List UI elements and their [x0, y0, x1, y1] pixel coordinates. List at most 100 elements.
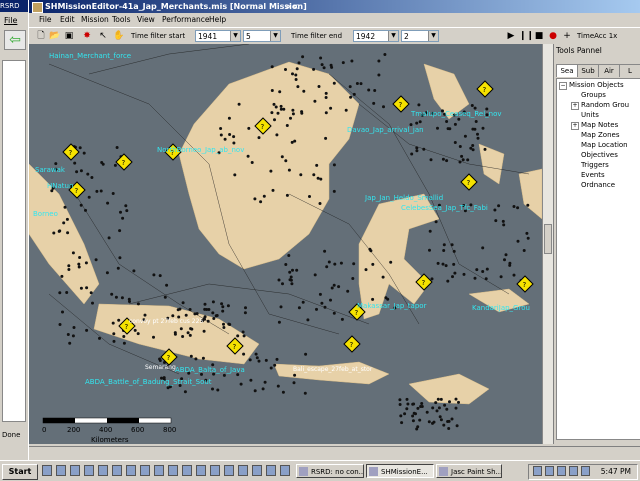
quicklaunch-icon[interactable]: [280, 465, 290, 476]
tree-item-triggers[interactable]: Triggers: [581, 160, 609, 170]
clock[interactable]: 5:47 PM: [601, 465, 631, 479]
play-icon[interactable]: ▶: [505, 30, 517, 42]
quicklaunch-icon[interactable]: [182, 465, 192, 476]
tray-icon[interactable]: [545, 466, 554, 476]
map-label[interactable]: Hainan_Merchant_force: [49, 52, 131, 60]
map-label[interactable]: ABDA_Balta_of_Java: [175, 366, 245, 374]
quicklaunch-icon[interactable]: [168, 465, 178, 476]
back-arrow-icon[interactable]: ⇦: [4, 30, 26, 50]
collapse-icon[interactable]: −: [559, 82, 567, 90]
background-app-title[interactable]: RSRD: [0, 0, 28, 12]
pause-icon[interactable]: ❙❙: [519, 30, 534, 42]
tree-item-events[interactable]: Events: [581, 170, 605, 180]
map-label[interactable]: CelebesSea_Jap_Tfc_Fabi: [401, 204, 488, 212]
tab-sea[interactable]: Sea: [556, 64, 578, 77]
taskbar-item-rsrd[interactable]: RSRD: no con...: [296, 464, 364, 478]
tab-air[interactable]: Air: [598, 64, 620, 77]
zoom-in-icon[interactable]: +: [561, 30, 573, 42]
quicklaunch-icon[interactable]: [266, 465, 276, 476]
hand-pan-icon[interactable]: ✋: [113, 30, 125, 42]
start-button[interactable]: Start: [2, 464, 38, 480]
map-label[interactable]: ABDA_Battle_of_Badung_Strait_Sout: [85, 378, 212, 386]
unit-dot: [71, 251, 75, 255]
tree-root[interactable]: Mission Objects: [569, 80, 624, 90]
tab-sub[interactable]: Sub: [577, 64, 599, 77]
menu-tools[interactable]: Tools: [112, 13, 130, 26]
open-folder-icon[interactable]: 📂: [49, 30, 61, 42]
map-label[interactable]: convoy pt 27feb cus 225: [129, 318, 203, 325]
menu-mission[interactable]: Mission: [81, 13, 109, 26]
menu-performance[interactable]: Performance: [162, 13, 210, 26]
map-label[interactable]: Semarang: [145, 364, 176, 371]
menu-view[interactable]: View: [137, 13, 155, 26]
tray-icon[interactable]: [581, 466, 590, 476]
map-label[interactable]: KandariJap_Grou: [472, 304, 530, 312]
scrollbar-thumb[interactable]: [544, 224, 552, 254]
unit-dot: [327, 260, 331, 264]
map-label[interactable]: Davao_Jap_arrival_jan: [347, 126, 424, 134]
map-label[interactable]: Borneo: [33, 210, 58, 218]
unit-dot: [303, 391, 307, 395]
mission-map[interactable]: ??????????????? Hainan_Merchant_force Sa…: [29, 44, 542, 444]
map-label[interactable]: Jap_Jan_Heldo_Smallid: [365, 194, 443, 202]
tree-item-objectives[interactable]: Objectives: [581, 150, 618, 160]
mission-objects-tree[interactable]: − Mission Objects Groups + Random Grou U…: [556, 78, 640, 440]
new-file-icon[interactable]: 🗋: [35, 30, 47, 42]
chevron-down-icon[interactable]: ▼: [270, 31, 280, 41]
stop-icon[interactable]: ■: [533, 30, 545, 42]
chevron-down-icon[interactable]: ▼: [388, 31, 398, 41]
quicklaunch-icon[interactable]: [112, 465, 122, 476]
quicklaunch-icon[interactable]: [196, 465, 206, 476]
expand-icon[interactable]: +: [571, 102, 579, 110]
save-icon[interactable]: ▣: [63, 30, 75, 42]
taskbar-item-mission-editor[interactable]: SHMissionE...: [366, 464, 434, 478]
tree-item-groups[interactable]: Groups: [581, 90, 606, 100]
menu-edit[interactable]: Edit: [60, 13, 75, 26]
cursor-icon[interactable]: ↖: [97, 30, 109, 42]
background-app-file-menu[interactable]: File: [4, 16, 17, 25]
tree-item-map-zones[interactable]: Map Zones: [581, 130, 619, 140]
tray-icon[interactable]: [533, 466, 542, 476]
marker-icon[interactable]: ✸: [81, 30, 93, 42]
chevron-down-icon[interactable]: ▼: [428, 31, 438, 41]
map-label[interactable]: Bali_escape_27feb_at_stor: [293, 366, 372, 373]
tree-item-random-groups[interactable]: Random Grou: [581, 100, 629, 110]
map-label[interactable]: HNatun: [47, 182, 73, 190]
quicklaunch-icon[interactable]: [154, 465, 164, 476]
filter-end-month-select[interactable]: 2 ▼: [401, 30, 439, 42]
map-label[interactable]: Tmalupo_Ceaseq_Rel_nov: [411, 110, 502, 118]
menu-file[interactable]: File: [39, 13, 52, 26]
tray-icon[interactable]: [569, 466, 578, 476]
quicklaunch-icon[interactable]: [210, 465, 220, 476]
chevron-down-icon[interactable]: ▼: [230, 31, 240, 41]
taskbar-item-paint-shop[interactable]: Jasc Paint Sh...: [436, 464, 502, 478]
record-icon[interactable]: ●: [547, 30, 559, 42]
quicklaunch-icon[interactable]: [140, 465, 150, 476]
unit-dot: [320, 301, 324, 305]
expand-icon[interactable]: +: [571, 122, 579, 130]
quicklaunch-icon[interactable]: [98, 465, 108, 476]
map-label[interactable]: Makassar_Jap_tapor: [357, 302, 426, 310]
filter-end-year-select[interactable]: 1942 ▼: [353, 30, 399, 42]
quicklaunch-icon[interactable]: [252, 465, 262, 476]
quicklaunch-icon[interactable]: [70, 465, 80, 476]
tree-item-map-notes[interactable]: Map Notes: [581, 120, 618, 130]
map-label[interactable]: NorthBorneo_Jap_ab_nov: [157, 146, 244, 154]
filter-start-month-select[interactable]: 5 ▼: [243, 30, 281, 42]
tree-item-units[interactable]: Units: [581, 110, 599, 120]
quicklaunch-icon[interactable]: [224, 465, 234, 476]
tray-icon[interactable]: [557, 466, 566, 476]
quicklaunch-icon[interactable]: [84, 465, 94, 476]
quicklaunch-icon[interactable]: [42, 465, 52, 476]
tree-item-map-locations[interactable]: Map Location: [581, 140, 628, 150]
title-bar[interactable]: SHMissionEditor-41a_Jap_Merchants.mis [N…: [29, 0, 640, 13]
map-label[interactable]: Sarawak: [35, 166, 65, 174]
quicklaunch-icon[interactable]: [238, 465, 248, 476]
tab-l[interactable]: L: [619, 64, 640, 77]
quicklaunch-icon[interactable]: [56, 465, 66, 476]
menu-help[interactable]: Help: [209, 13, 226, 26]
quicklaunch-icon[interactable]: [126, 465, 136, 476]
map-vertical-scrollbar[interactable]: [542, 44, 553, 444]
filter-start-year-select[interactable]: 1941 ▼: [195, 30, 241, 42]
tree-item-ordnance[interactable]: Ordnance: [581, 180, 615, 190]
